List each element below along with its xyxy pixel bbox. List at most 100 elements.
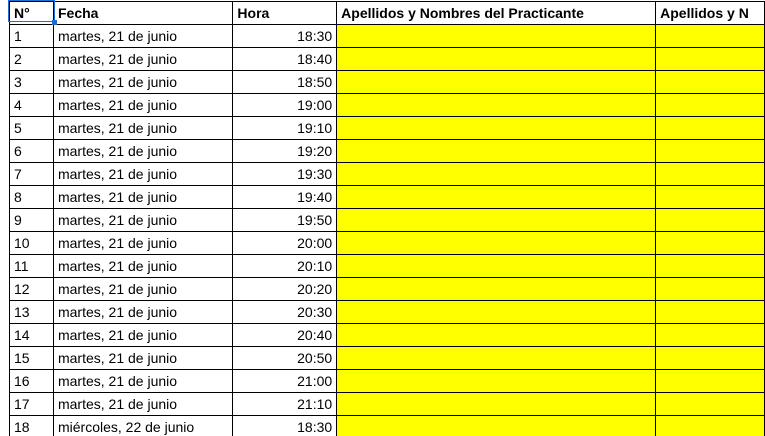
spreadsheet: N° Fecha Hora Apellidos y Nombres del Pr… xyxy=(0,0,765,436)
cell-hora[interactable]: 19:00 xyxy=(232,93,338,117)
cell-fecha[interactable]: martes, 21 de junio xyxy=(52,254,234,278)
cell-fecha[interactable]: miércoles, 22 de junio xyxy=(52,415,234,436)
header-cell-practicante[interactable]: Apellidos y Nombres del Practicante xyxy=(336,1,657,25)
cell-fecha[interactable]: martes, 21 de junio xyxy=(52,116,234,140)
cell-number[interactable]: 13 xyxy=(9,300,54,324)
cell-next[interactable] xyxy=(655,47,765,71)
cell-number[interactable]: 14 xyxy=(9,323,54,347)
cell-hora[interactable]: 20:40 xyxy=(232,323,338,347)
cell-practicante[interactable] xyxy=(336,231,657,255)
cell-number[interactable]: 11 xyxy=(9,254,54,278)
cell-next[interactable] xyxy=(655,185,765,209)
cell-next[interactable] xyxy=(655,70,765,94)
cell-hora[interactable]: 20:10 xyxy=(232,254,338,278)
cell-next[interactable] xyxy=(655,277,765,301)
cell-number[interactable]: 1 xyxy=(9,24,54,48)
cell-hora[interactable]: 21:00 xyxy=(232,369,338,393)
cell-hora[interactable]: 20:00 xyxy=(232,231,338,255)
cell-fecha[interactable]: martes, 21 de junio xyxy=(52,346,234,370)
fill-handle[interactable] xyxy=(52,20,57,25)
cell-practicante[interactable] xyxy=(336,323,657,347)
table-row: 7 martes, 21 de junio 19:30 xyxy=(9,162,765,186)
cell-number[interactable]: 3 xyxy=(9,70,54,94)
cell-hora[interactable]: 18:50 xyxy=(232,70,338,94)
cell-hora[interactable]: 19:10 xyxy=(232,116,338,140)
cell-practicante[interactable] xyxy=(336,162,657,186)
cell-practicante[interactable] xyxy=(336,93,657,117)
cell-fecha[interactable]: martes, 21 de junio xyxy=(52,185,234,209)
header-cell-next[interactable]: Apellidos y N xyxy=(655,1,765,25)
cell-next[interactable] xyxy=(655,369,765,393)
cell-practicante[interactable] xyxy=(336,369,657,393)
header-cell-fecha[interactable]: Fecha xyxy=(52,1,234,25)
cell-fecha[interactable]: martes, 21 de junio xyxy=(52,300,234,324)
cell-next[interactable] xyxy=(655,139,765,163)
cell-next[interactable] xyxy=(655,415,765,436)
cell-next[interactable] xyxy=(655,254,765,278)
cell-fecha[interactable]: martes, 21 de junio xyxy=(52,369,234,393)
cell-fecha[interactable]: martes, 21 de junio xyxy=(52,323,234,347)
cell-number[interactable]: 15 xyxy=(9,346,54,370)
cell-practicante[interactable] xyxy=(336,70,657,94)
cell-hora[interactable]: 19:40 xyxy=(232,185,338,209)
cell-next[interactable] xyxy=(655,208,765,232)
cell-practicante[interactable] xyxy=(336,392,657,416)
header-cell-hora[interactable]: Hora xyxy=(232,1,338,25)
cell-fecha[interactable]: martes, 21 de junio xyxy=(52,93,234,117)
cell-practicante[interactable] xyxy=(336,300,657,324)
cell-hora[interactable]: 21:10 xyxy=(232,392,338,416)
cell-number[interactable]: 10 xyxy=(9,231,54,255)
cell-number[interactable]: 17 xyxy=(9,392,54,416)
cell-number[interactable]: 8 xyxy=(9,185,54,209)
cell-next[interactable] xyxy=(655,300,765,324)
cell-fecha[interactable]: martes, 21 de junio xyxy=(52,139,234,163)
cell-hora[interactable]: 18:30 xyxy=(232,415,338,436)
cell-next[interactable] xyxy=(655,24,765,48)
cell-hora[interactable]: 19:20 xyxy=(232,139,338,163)
table-row: 15 martes, 21 de junio 20:50 xyxy=(9,346,765,370)
cell-number[interactable]: 2 xyxy=(9,47,54,71)
cell-number[interactable]: 5 xyxy=(9,116,54,140)
cell-number[interactable]: 9 xyxy=(9,208,54,232)
cell-hora[interactable]: 19:30 xyxy=(232,162,338,186)
cell-practicante[interactable] xyxy=(336,254,657,278)
header-cell-number[interactable]: N° xyxy=(9,1,54,25)
cell-practicante[interactable] xyxy=(336,415,657,436)
cell-next[interactable] xyxy=(655,346,765,370)
table-row: 2 martes, 21 de junio 18:40 xyxy=(9,47,765,71)
cell-next[interactable] xyxy=(655,323,765,347)
cell-fecha[interactable]: martes, 21 de junio xyxy=(52,70,234,94)
cell-number[interactable]: 16 xyxy=(9,369,54,393)
cell-fecha[interactable]: martes, 21 de junio xyxy=(52,162,234,186)
cell-practicante[interactable] xyxy=(336,277,657,301)
cell-fecha[interactable]: martes, 21 de junio xyxy=(52,231,234,255)
cell-next[interactable] xyxy=(655,93,765,117)
cell-hora[interactable]: 20:20 xyxy=(232,277,338,301)
cell-number[interactable]: 6 xyxy=(9,139,54,163)
cell-next[interactable] xyxy=(655,116,765,140)
cell-hora[interactable]: 18:40 xyxy=(232,47,338,71)
cell-hora[interactable]: 19:50 xyxy=(232,208,338,232)
cell-number[interactable]: 7 xyxy=(9,162,54,186)
cell-next[interactable] xyxy=(655,162,765,186)
cell-fecha[interactable]: martes, 21 de junio xyxy=(52,392,234,416)
cell-practicante[interactable] xyxy=(336,24,657,48)
cell-next[interactable] xyxy=(655,231,765,255)
cell-hora[interactable]: 20:50 xyxy=(232,346,338,370)
cell-hora[interactable]: 20:30 xyxy=(232,300,338,324)
cell-practicante[interactable] xyxy=(336,116,657,140)
cell-number[interactable]: 4 xyxy=(9,93,54,117)
cell-number[interactable]: 18 xyxy=(9,415,54,436)
cell-fecha[interactable]: martes, 21 de junio xyxy=(52,47,234,71)
cell-fecha[interactable]: martes, 21 de junio xyxy=(52,208,234,232)
cell-practicante[interactable] xyxy=(336,185,657,209)
cell-fecha[interactable]: martes, 21 de junio xyxy=(52,24,234,48)
cell-practicante[interactable] xyxy=(336,208,657,232)
cell-practicante[interactable] xyxy=(336,47,657,71)
cell-fecha[interactable]: martes, 21 de junio xyxy=(52,277,234,301)
cell-hora[interactable]: 18:30 xyxy=(232,24,338,48)
cell-practicante[interactable] xyxy=(336,346,657,370)
cell-number[interactable]: 12 xyxy=(9,277,54,301)
cell-practicante[interactable] xyxy=(336,139,657,163)
cell-next[interactable] xyxy=(655,392,765,416)
